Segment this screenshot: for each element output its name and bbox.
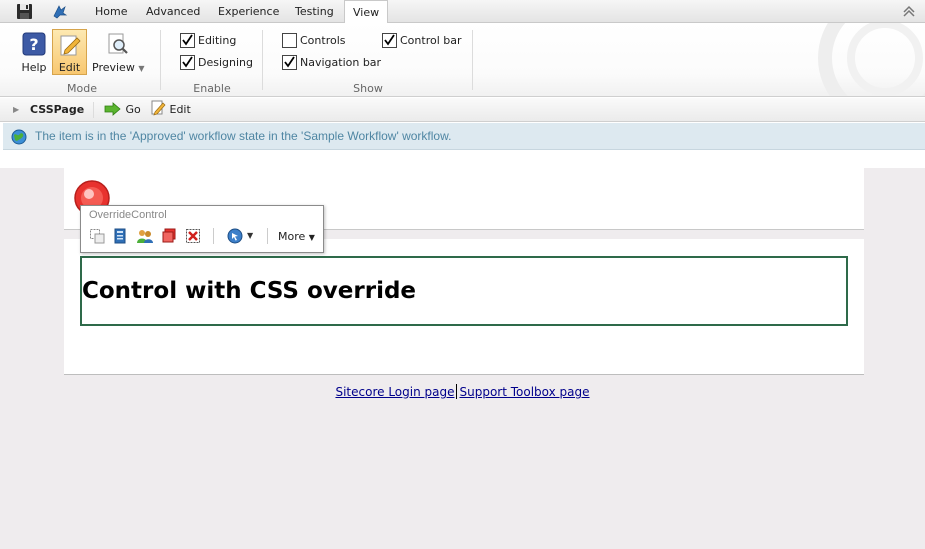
expand-triangle-icon[interactable]: ▶ xyxy=(13,98,19,122)
checkmark-icon xyxy=(182,34,193,46)
help-icon: ? xyxy=(22,32,46,56)
tab-experience[interactable]: Experience xyxy=(210,0,287,23)
control-bar-checkbox-box[interactable] xyxy=(382,33,397,48)
select-parent-icon[interactable] xyxy=(89,228,105,244)
edit-pencil-icon xyxy=(60,35,81,56)
tab-view[interactable]: View xyxy=(344,0,389,24)
help-button-label: Help xyxy=(21,61,47,74)
override-control-toolbox: OverrideControl ▼ More ▼ xyxy=(80,205,324,253)
save-icon[interactable] xyxy=(16,3,33,20)
sitecore-menu-icon[interactable] xyxy=(51,3,68,20)
editing-checkbox-label: Editing xyxy=(198,34,237,47)
ribbon-panel: ? Help Edit Preview ▼ Mode Editing Desig… xyxy=(0,23,925,97)
tab-home[interactable]: Home xyxy=(87,0,135,23)
command-bar: ▶ CSSPage Go Edit xyxy=(0,98,925,122)
editing-checkbox-box[interactable] xyxy=(180,33,195,48)
tab-testing[interactable]: Testing xyxy=(287,0,342,23)
footer-links: Sitecore Login page Support Toolbox page xyxy=(0,384,925,399)
chevron-down-icon[interactable]: ▼ xyxy=(247,231,253,240)
navigation-bar-checkbox-label: Navigation bar xyxy=(300,56,382,69)
designing-checkbox-box[interactable] xyxy=(180,55,195,70)
workflow-message: The item is in the 'Approved' workflow s… xyxy=(35,129,452,143)
toolbox-title: OverrideControl xyxy=(89,209,167,221)
go-button[interactable]: Go xyxy=(104,98,141,122)
controls-checkbox-label: Controls xyxy=(300,34,346,47)
group-divider xyxy=(160,30,161,90)
collapse-ribbon-icon[interactable] xyxy=(902,4,916,18)
svg-text:?: ? xyxy=(29,35,38,54)
command-divider xyxy=(93,102,94,118)
override-control-frame[interactable]: Control with CSS override xyxy=(80,256,848,326)
checkmark-icon xyxy=(284,56,295,68)
edit-button[interactable]: Edit xyxy=(150,98,191,122)
go-button-label: Go xyxy=(125,103,141,116)
navigation-bar-checkbox-box[interactable] xyxy=(282,55,297,70)
show-group-label: Show xyxy=(353,82,383,95)
workflow-info-bar: The item is in the 'Approved' workflow s… xyxy=(3,123,925,150)
sitecore-login-link[interactable]: Sitecore Login page xyxy=(335,385,454,399)
control-bar-checkbox-label: Control bar xyxy=(400,34,462,47)
page-name-label: CSSPage xyxy=(30,103,85,116)
link-separator xyxy=(456,384,458,399)
toolbox-divider xyxy=(213,228,214,244)
controls-checkbox-box[interactable] xyxy=(282,33,297,48)
toolbox-divider xyxy=(267,228,268,244)
ribbon-tab-strip: Home Advanced Experience Testing View xyxy=(0,0,925,24)
support-toolbox-link[interactable]: Support Toolbox page xyxy=(459,385,589,399)
more-button-label: More xyxy=(278,230,306,243)
copy-control-icon[interactable] xyxy=(161,228,177,244)
mode-group-label: Mode xyxy=(67,82,97,95)
edit-mode-button[interactable]: Edit xyxy=(52,29,87,75)
chevron-down-icon: ▼ xyxy=(138,64,145,73)
checkmark-icon xyxy=(182,56,193,68)
properties-icon[interactable] xyxy=(113,228,129,244)
delete-control-icon[interactable] xyxy=(185,228,201,244)
edit-page-icon xyxy=(151,100,166,116)
more-button[interactable]: More ▼ xyxy=(278,230,315,243)
page-heading[interactable]: Control with CSS override xyxy=(82,278,416,304)
help-button[interactable]: ? Help xyxy=(19,30,49,74)
page-content: Control with CSS override xyxy=(64,168,864,375)
globe-icon xyxy=(11,129,27,145)
chevron-down-icon: ▼ xyxy=(308,233,315,242)
enable-group-label: Enable xyxy=(193,82,231,95)
navigate-arrow-icon[interactable] xyxy=(227,228,243,244)
preview-magnifier-icon xyxy=(108,33,128,54)
preview-button-label: Preview xyxy=(92,61,135,74)
checkmark-icon xyxy=(384,34,395,46)
edit-mode-label: Edit xyxy=(58,61,81,74)
go-arrow-icon xyxy=(104,102,121,116)
edit-button-label: Edit xyxy=(169,103,191,116)
group-divider xyxy=(262,30,263,90)
preview-button[interactable]: Preview ▼ xyxy=(92,30,144,74)
designing-checkbox-label: Designing xyxy=(198,56,253,69)
personalize-users-icon[interactable] xyxy=(137,228,153,244)
tab-advanced[interactable]: Advanced xyxy=(138,0,208,23)
ribbon-decoration xyxy=(818,23,925,96)
group-divider xyxy=(472,30,473,90)
